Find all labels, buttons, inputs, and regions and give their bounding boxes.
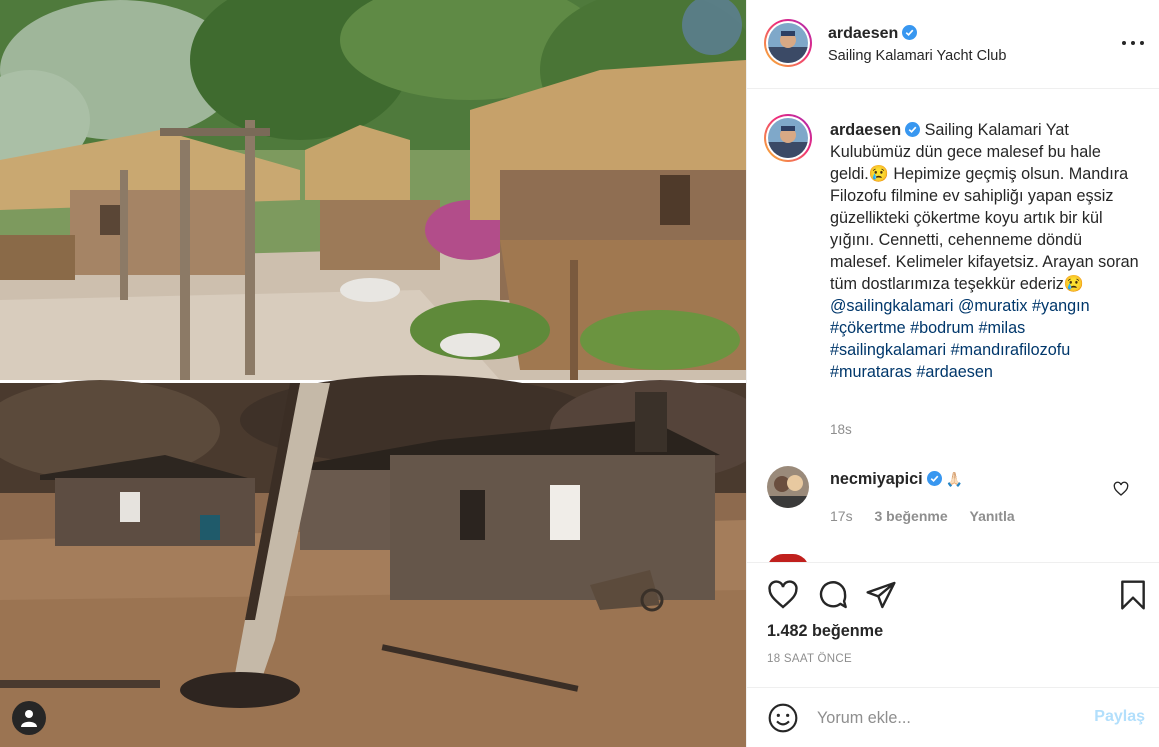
post-comment-button[interactable]: Paylaş	[1094, 708, 1145, 726]
emoji-button[interactable]	[767, 702, 799, 734]
post-caption: ardaesen Sailing Kalamari Yat Kulubümüz …	[830, 119, 1140, 383]
comment-timestamp[interactable]: 17s	[830, 508, 853, 524]
author-avatar[interactable]	[764, 19, 812, 67]
post-details-panel: ardaesen Sailing Kalamari Yacht Club ard…	[746, 0, 1159, 747]
comment-likes-link[interactable]: 3 beğenme	[874, 508, 947, 524]
caption-tag[interactable]: @sailingkalamari	[830, 297, 954, 315]
likes-count[interactable]: 1.482 beğenme	[767, 622, 883, 641]
caption-tag[interactable]: #ardaesen	[916, 363, 993, 381]
caption-tag[interactable]: @muratix	[958, 297, 1028, 315]
instagram-post-view: ardaesen Sailing Kalamari Yacht Club ard…	[0, 0, 1159, 747]
save-button[interactable]	[1117, 579, 1149, 611]
caption-tag[interactable]: #murataras	[830, 363, 912, 381]
post-header: ardaesen Sailing Kalamari Yacht Club	[747, 0, 1159, 89]
paper-plane-icon	[866, 581, 896, 609]
caption-username[interactable]: ardaesen	[830, 121, 901, 139]
caption-tag[interactable]: #milas	[978, 319, 1025, 337]
caption-author-avatar[interactable]	[764, 114, 812, 162]
post-location-link[interactable]: Sailing Kalamari Yacht Club	[828, 48, 1006, 64]
add-comment-bar: Paylaş	[747, 687, 1159, 747]
verified-badge-icon	[902, 25, 918, 40]
comment-body: necmiyapici 🙏🏻	[830, 470, 964, 489]
before-after-collage	[0, 0, 746, 747]
caption-emoji: 😢	[1063, 275, 1085, 293]
caption-tag[interactable]: #çökertme	[830, 319, 906, 337]
emoji-smiley-icon	[768, 703, 798, 733]
author-username-text[interactable]: ardaesen	[828, 25, 898, 42]
comments-section[interactable]: ardaesen Sailing Kalamari Yat Kulubümüz …	[747, 89, 1159, 562]
verified-badge-icon	[905, 122, 921, 137]
caption-tag[interactable]: #yangın	[1032, 297, 1090, 315]
comment-input[interactable]	[817, 704, 1087, 732]
comment-avatar-image	[767, 466, 809, 508]
caption-avatar-image	[768, 118, 808, 158]
comment-text: 🙏🏻	[945, 471, 965, 487]
comment-button[interactable]	[817, 579, 849, 611]
caption-emoji: 😢	[868, 165, 889, 183]
caption-text: Hepimize geçmiş olsun. Mandıra Filozofu …	[830, 165, 1139, 293]
comment-username[interactable]: necmiyapici	[830, 470, 923, 488]
next-comment-avatar[interactable]	[767, 554, 809, 562]
caption-timestamp[interactable]: 18s	[830, 422, 852, 437]
caption-tag[interactable]: #bodrum	[910, 319, 974, 337]
comment-reply-button[interactable]: Yanıtla	[970, 508, 1015, 524]
comment-avatar[interactable]	[767, 466, 809, 508]
caption-tag[interactable]: #sailingkalamari	[830, 341, 946, 359]
heart-icon	[768, 580, 798, 609]
user-tag-icon	[21, 710, 37, 727]
more-options-button[interactable]	[1122, 36, 1144, 50]
heart-icon	[1113, 481, 1129, 496]
more-options-icon	[1122, 41, 1126, 45]
author-avatar-image	[768, 23, 808, 63]
share-button[interactable]	[865, 579, 897, 611]
comment-like-button[interactable]	[1113, 481, 1129, 497]
post-timestamp[interactable]: 18 SAAT ÖNCE	[767, 653, 852, 665]
post-actions: 1.482 beğenme 18 SAAT ÖNCE	[747, 562, 1159, 687]
comment-meta: 17s 3 beğenme Yanıtla	[830, 508, 1033, 524]
comment-bubble-icon	[819, 581, 847, 609]
caption-tag[interactable]: #mandırafilozofu	[951, 341, 1071, 359]
post-photo[interactable]	[0, 0, 746, 747]
tagged-users-button[interactable]	[12, 701, 46, 735]
bookmark-icon	[1121, 580, 1145, 610]
author-username[interactable]: ardaesen	[828, 25, 918, 43]
verified-badge-icon	[926, 471, 942, 486]
like-button[interactable]	[767, 579, 799, 611]
